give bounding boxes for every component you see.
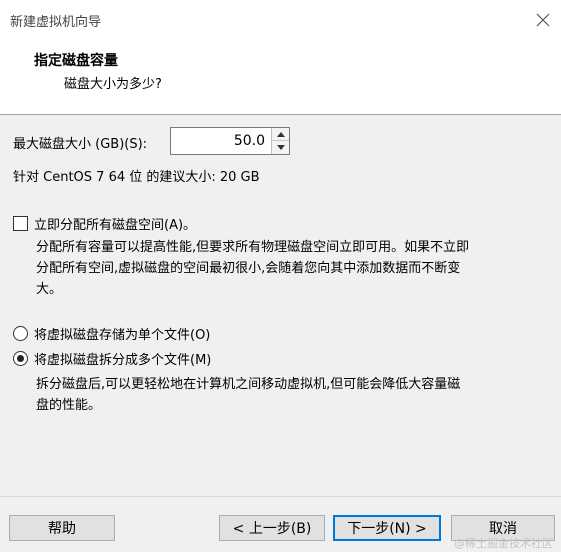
chevron-down-icon xyxy=(276,145,285,150)
chevron-up-icon xyxy=(276,131,285,137)
next-button[interactable]: 下一步(N) > xyxy=(333,515,441,541)
allocate-all-label[interactable]: 立即分配所有磁盘空间(A)。 xyxy=(34,214,196,233)
header-panel: 指定磁盘容量 磁盘大小为多少? xyxy=(0,40,561,115)
page-subtitle: 磁盘大小为多少? xyxy=(64,77,162,92)
allocate-description-line: 分配所有容量可以提高性能,但要求所有物理磁盘空间立即可用。如果不立即 xyxy=(36,240,470,255)
close-icon[interactable] xyxy=(531,8,555,32)
window-title: 新建虚拟机向导 xyxy=(10,15,102,30)
page-title: 指定磁盘容量 xyxy=(34,53,118,69)
split-description: 拆分磁盘后,可以更轻松地在计算机之间移动虚拟机,但可能会降低大容量磁 盘的性能。 xyxy=(36,374,556,416)
split-description-line: 盘的性能。 xyxy=(36,398,102,413)
watermark: @稀土掘金技术社区 xyxy=(454,537,553,550)
split-description-line: 拆分磁盘后,可以更轻松地在计算机之间移动虚拟机,但可能会降低大容量磁 xyxy=(36,377,461,392)
stepper-up-button[interactable] xyxy=(272,128,289,141)
disk-size-label: 最大磁盘大小 (GB)(S): xyxy=(13,137,148,152)
allocate-description: 分配所有容量可以提高性能,但要求所有物理磁盘空间立即可用。如果不立即 分配所有空… xyxy=(36,237,556,300)
back-button[interactable]: < 上一步(B) xyxy=(219,515,325,541)
allocate-all-checkbox[interactable] xyxy=(13,216,28,231)
multiple-files-label[interactable]: 将虚拟磁盘拆分成多个文件(M) xyxy=(34,349,211,368)
help-button[interactable]: 帮助 xyxy=(9,515,115,541)
disk-size-stepper[interactable] xyxy=(170,127,290,155)
multiple-files-radio[interactable] xyxy=(13,351,28,366)
recommended-size-text: 针对 CentOS 7 64 位 的建议大小: 20 GB xyxy=(13,170,260,185)
stepper-buttons xyxy=(271,128,289,154)
single-file-label[interactable]: 将虚拟磁盘存储为单个文件(O) xyxy=(34,324,210,343)
single-file-radio[interactable] xyxy=(13,326,28,341)
stepper-down-button[interactable] xyxy=(272,141,289,154)
title-bar: 新建虚拟机向导 xyxy=(0,0,561,40)
allocate-description-line: 分配所有空间,虚拟磁盘的空间最初很小,会随着您向其中添加数据而不断变 xyxy=(36,261,461,276)
allocate-description-line: 大。 xyxy=(36,282,63,297)
disk-size-input[interactable] xyxy=(171,128,269,154)
